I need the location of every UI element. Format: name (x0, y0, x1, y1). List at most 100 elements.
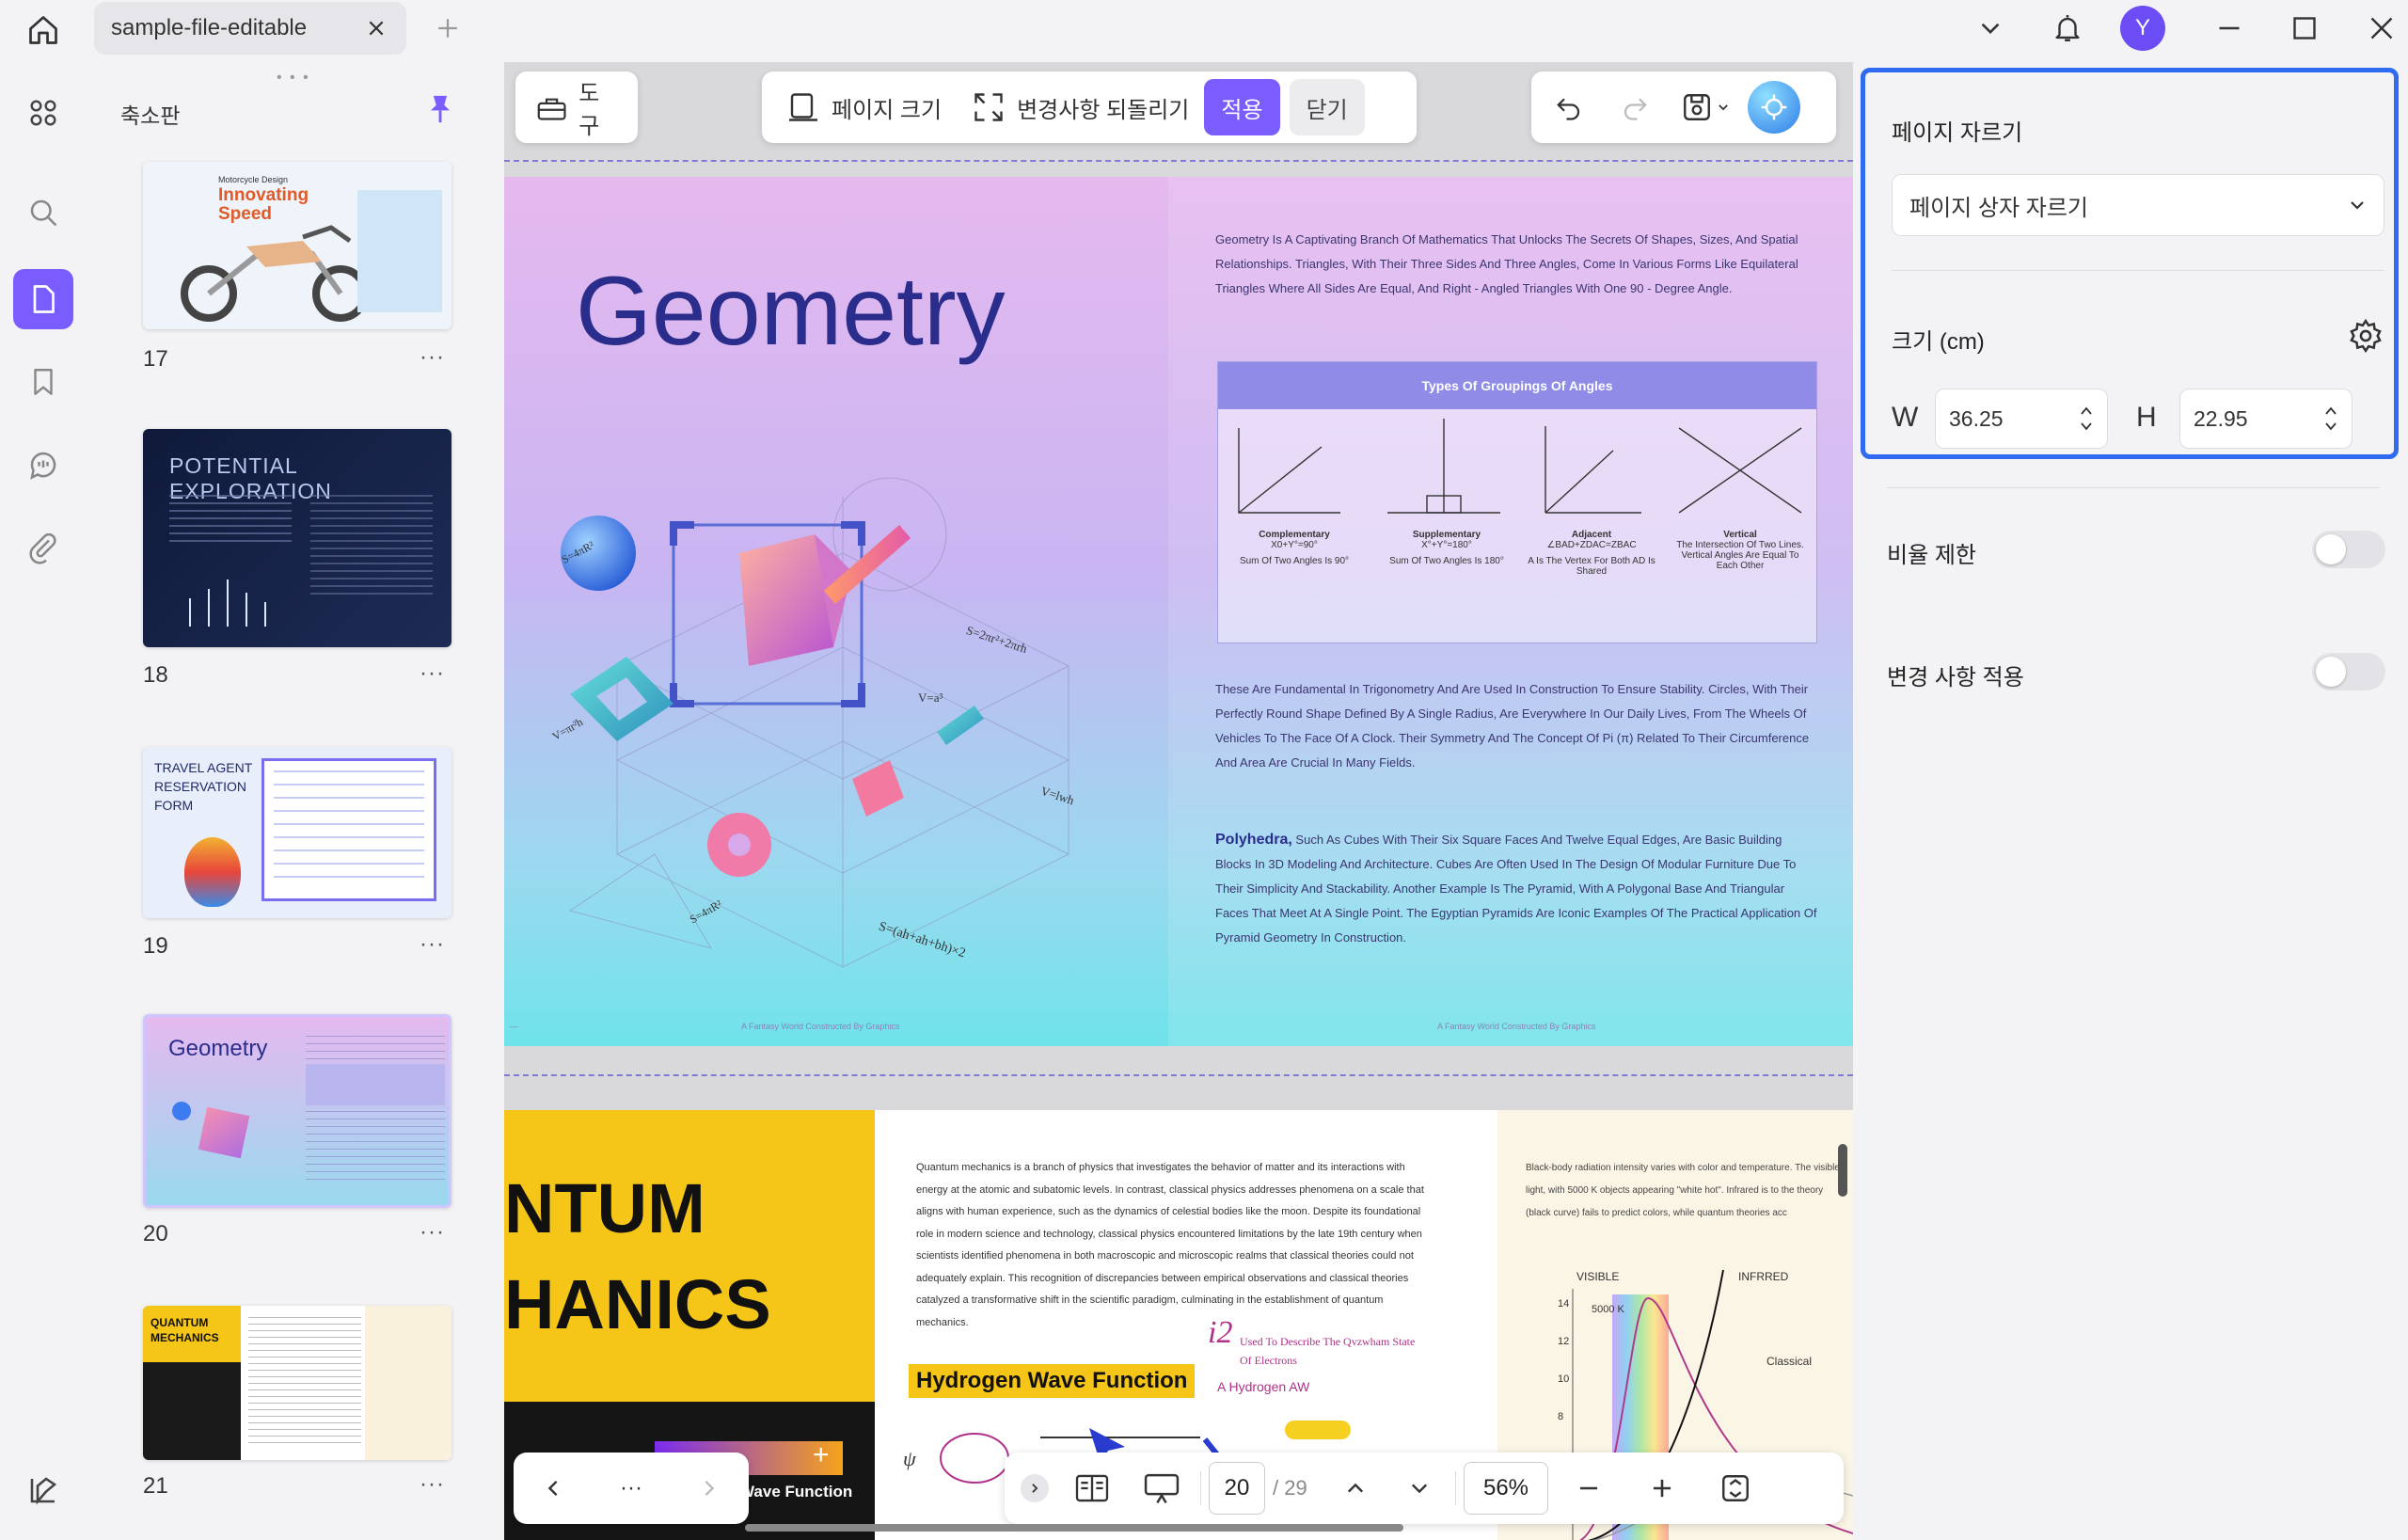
presentation-icon[interactable] (1131, 1460, 1193, 1516)
blackbody-text: Black-body radiation intensity varies wi… (1526, 1163, 1840, 1218)
thumbnail-page-number: 19 (143, 933, 168, 959)
maximize-icon[interactable] (2282, 6, 2327, 51)
hydrogen-wave-function-heading: Hydrogen Wave Function (909, 1364, 1196, 1398)
avatar[interactable]: Y (2120, 6, 2165, 51)
crop-mode-select[interactable]: 페이지 상자 자르기 (1892, 174, 2384, 236)
geometry-paragraph-3: Polyhedra, Such As Cubes With Their Six … (1215, 828, 1817, 950)
close-button[interactable]: 닫기 (1289, 79, 1365, 135)
crop-settings-card: 페이지 자르기 페이지 상자 자르기 크기 (cm) W 36.25 H 22.… (1861, 68, 2399, 459)
new-tab-plus-icon[interactable] (431, 11, 465, 45)
apply-button[interactable]: 적용 (1204, 79, 1280, 135)
svg-text:ψ: ψ (903, 1447, 916, 1470)
zoom-out-icon[interactable] (1556, 1460, 1622, 1516)
gear-icon[interactable] (2345, 315, 2386, 357)
pin-icon[interactable] (421, 90, 459, 128)
thumbnail-more-button[interactable]: ··· (420, 1219, 445, 1246)
geometry-illustration (561, 477, 1070, 968)
thumbnail-page-19[interactable]: TRAVEL AGENT RESERVATION FORM (143, 747, 452, 918)
chevron-down-icon[interactable] (1391, 1460, 1448, 1516)
panel-grip[interactable]: • • • (277, 70, 310, 87)
page-size-label: 페이지 크기 (832, 97, 943, 123)
angle-desc: Sum Of Two Angles Is 90° (1239, 556, 1350, 566)
two-page-view-icon[interactable] (1061, 1460, 1123, 1516)
tools-group: 도구 (515, 71, 638, 143)
page-footer-left: — (510, 1022, 518, 1031)
thumbnail-page-20[interactable]: Geometry (143, 1014, 452, 1208)
pages-icon[interactable] (13, 269, 73, 329)
chevron-left-icon[interactable] (525, 1460, 581, 1516)
horizontal-scrollbar[interactable] (745, 1524, 1403, 1532)
thumbnail-more-button[interactable]: ··· (420, 931, 445, 958)
comment-icon[interactable] (13, 435, 73, 495)
tools-label: 도구 (578, 81, 600, 139)
thumb-heading: Geometry (168, 1036, 268, 1061)
zoom-level-input[interactable]: 56% (1464, 1462, 1548, 1515)
thumbnail-more-button[interactable]: ··· (420, 344, 445, 371)
thumbnail-page-number: 21 (143, 1473, 168, 1499)
page-size-button[interactable]: 페이지 크기 (771, 79, 957, 135)
more-options-button[interactable]: ··· (603, 1460, 659, 1516)
page-nav-pill: ··· (514, 1453, 749, 1524)
attachment-icon[interactable] (13, 517, 73, 578)
temperature-label: 5000 K (1592, 1304, 1624, 1315)
thumbnail-page-17[interactable]: Motorcycle Design Innovating Speed (143, 162, 452, 329)
search-icon[interactable] (13, 183, 73, 243)
ratio-lock-toggle[interactable] (2312, 531, 2385, 568)
document-tab[interactable]: sample-file-editable (94, 2, 406, 55)
chevron-up-icon[interactable] (1327, 1460, 1384, 1516)
chevron-down-icon (1719, 104, 1728, 111)
undo-icon[interactable] (1541, 79, 1597, 135)
window-close-icon[interactable] (2359, 6, 2404, 51)
avatar-initial: Y (2120, 6, 2165, 51)
ai-assistant-icon[interactable] (1748, 81, 1800, 134)
history-toolbar (1531, 71, 1836, 143)
angles-diagrams (1238, 419, 1802, 514)
thumbnail-more-button[interactable]: ··· (420, 660, 445, 687)
thumbnail-page-21[interactable]: QUANTUM MECHANICS (143, 1306, 452, 1460)
y-tick: 10 (1558, 1373, 1570, 1385)
stepper-icon[interactable] (2323, 403, 2338, 435)
layers-icon[interactable] (13, 1460, 73, 1520)
quantum-title-line1: NTUM (504, 1169, 705, 1247)
left-rail (0, 62, 88, 1540)
revert-changes-button[interactable]: 변경사항 되돌리기 (957, 79, 1204, 135)
apply-changes-toggle[interactable] (2312, 653, 2385, 691)
redo-icon[interactable] (1607, 79, 1663, 135)
plus-icon: + (813, 1439, 830, 1470)
chevron-down-icon[interactable] (1968, 6, 2013, 51)
crop-guide-bottom[interactable] (504, 1074, 1853, 1076)
chevron-right-icon[interactable] (681, 1460, 737, 1516)
motorcycle-image (181, 225, 369, 322)
zoom-in-icon[interactable] (1629, 1460, 1695, 1516)
crop-guide-top[interactable] (504, 160, 1853, 162)
tools-button[interactable]: 도구 (521, 79, 632, 139)
thumbnail-panel: • • • 축소판 Motorcycle Design Innovating S… (90, 62, 499, 1540)
crop-panel-title: 페이지 자르기 (1892, 120, 2023, 146)
angle-desc: The Intersection Of Two Lines. Vertical … (1676, 540, 1804, 571)
minimize-icon[interactable] (2207, 6, 2252, 51)
hydrogen-aw-note: A Hydrogen AW (1217, 1379, 1310, 1394)
bell-icon[interactable] (2045, 6, 2090, 51)
geometry-paragraph-1: Geometry Is A Captivating Branch Of Math… (1215, 232, 1798, 295)
height-input[interactable]: 22.95 (2179, 389, 2353, 449)
thumbnail-page-18[interactable]: POTENTIAL EXPLORATION (143, 429, 452, 647)
handwritten-note: i2 (1208, 1315, 1233, 1350)
stepper-icon[interactable] (2079, 403, 2094, 435)
page-number-input[interactable]: 20 (1209, 1462, 1265, 1515)
bookmark-icon[interactable] (13, 352, 73, 412)
thumbnail-more-button[interactable]: ··· (420, 1471, 445, 1498)
page-size-icon (789, 93, 817, 121)
formula-label: V=a³ (918, 691, 943, 705)
save-menu-button[interactable] (1672, 79, 1738, 135)
close-icon[interactable] (363, 15, 389, 41)
thumb-heading: TRAVEL AGENT RESERVATION FORM (154, 760, 252, 813)
quantum-paragraph: Quantum mechanics is a branch of physics… (916, 1162, 1424, 1328)
home-icon[interactable] (23, 9, 64, 51)
width-input[interactable]: 36.25 (1935, 389, 2108, 449)
divider (1887, 487, 2380, 488)
page-scroll-handle[interactable] (1838, 1144, 1847, 1197)
expand-arrow-icon[interactable] (1016, 1460, 1054, 1516)
angle-formula: X0+Y°=90° (1271, 540, 1318, 550)
fit-page-icon[interactable] (1703, 1460, 1768, 1516)
apps-grid-icon[interactable] (13, 83, 73, 143)
